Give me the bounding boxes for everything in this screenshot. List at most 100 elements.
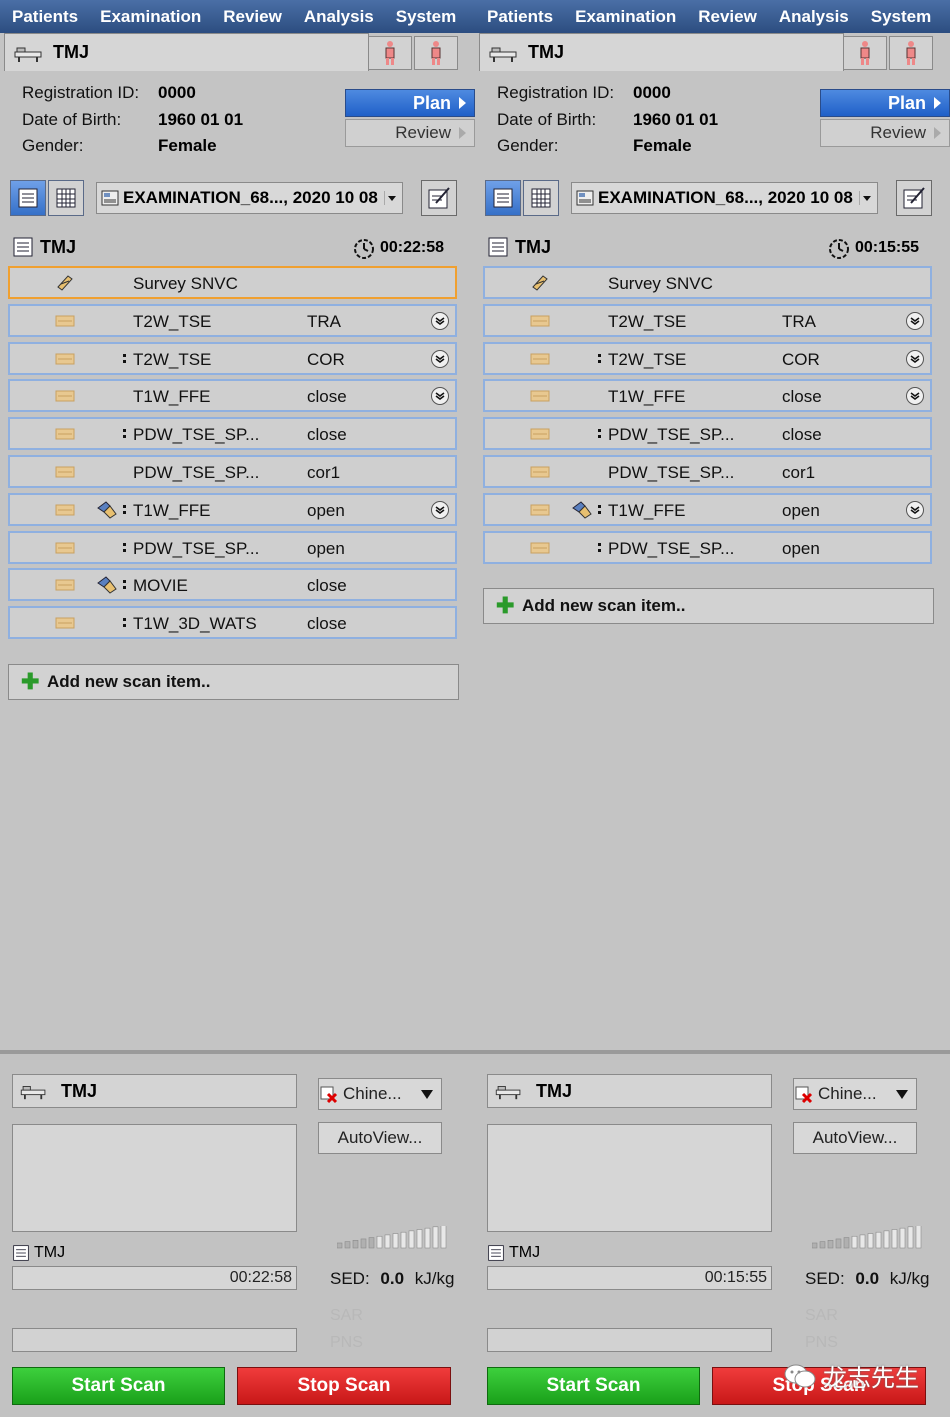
- add-scan-button[interactable]: ✚ Add new scan item..: [8, 664, 459, 700]
- add-scan-label: Add new scan item..: [47, 672, 211, 691]
- linked-dots-icon: [598, 542, 601, 552]
- add-scan-label: Add new scan item..: [522, 596, 686, 616]
- scan-status-icon: [55, 617, 75, 629]
- patient-position-button[interactable]: [368, 36, 412, 70]
- current-exam-name: TMJ: [34, 1244, 66, 1261]
- patient-position-button[interactable]: [843, 36, 887, 70]
- menu-analysis[interactable]: Analysis: [304, 7, 374, 27]
- menu-analysis[interactable]: Analysis: [779, 7, 849, 27]
- sed-value: 0.0: [855, 1269, 880, 1288]
- scan-row[interactable]: PDW_TSE_SP... close: [483, 417, 932, 451]
- plan-button[interactable]: Plan: [820, 89, 950, 117]
- level-bar: [400, 1231, 407, 1249]
- scan-row[interactable]: MOVIE close: [8, 568, 457, 602]
- level-bar: [835, 1238, 842, 1249]
- expand-chevron-icon[interactable]: [906, 349, 924, 368]
- scan-row[interactable]: T1W_FFE close: [483, 379, 932, 413]
- linked-dots-icon: [123, 429, 126, 439]
- autoview-button[interactable]: AutoView...: [793, 1122, 917, 1154]
- sar-label: SAR: [330, 1307, 363, 1324]
- examination-select[interactable]: EXAMINATION_68..., 2020 10 08: [96, 182, 403, 214]
- menu-patients[interactable]: Patients: [487, 7, 553, 27]
- expand-chevron-icon[interactable]: [906, 500, 924, 519]
- sed-label: SED:: [805, 1269, 845, 1288]
- menu-patients[interactable]: Patients: [12, 7, 78, 27]
- scan-row[interactable]: PDW_TSE_SP... open: [483, 530, 932, 564]
- scan-row[interactable]: T2W_TSE TRA: [483, 303, 932, 337]
- scan-control-area: TMJ Chine... AutoView... TMJ 00:22:58 SE…: [0, 1050, 475, 1417]
- scan-status-icon: [55, 579, 75, 591]
- list-icon: [13, 237, 33, 257]
- menu-review[interactable]: Review: [223, 7, 282, 27]
- expand-chevron-icon[interactable]: [906, 387, 924, 406]
- wechat-logo-icon: [784, 1364, 816, 1387]
- left-scan-panel: Patients Examination Review Analysis System …: [0, 0, 475, 1417]
- examination-select-value: EXAMINATION_68..., 2020 10 08: [123, 188, 378, 207]
- scan-row[interactable]: Survey SNVC: [483, 266, 932, 299]
- review-button[interactable]: Review: [820, 119, 950, 147]
- expand-chevron-icon[interactable]: [906, 311, 924, 330]
- exam-icon: [576, 190, 594, 206]
- stop-scan-button[interactable]: Stop Scan: [237, 1367, 451, 1405]
- edit-exam-button[interactable]: [896, 180, 932, 216]
- list-view-button[interactable]: [485, 180, 521, 216]
- start-scan-button[interactable]: Start Scan: [487, 1367, 700, 1405]
- image-preview: [487, 1124, 772, 1232]
- patient-orientation-button[interactable]: [414, 36, 458, 70]
- scan-row[interactable]: T2W_TSE TRA: [8, 303, 457, 337]
- menu-bar: Patients Examination Review Analysis System: [475, 0, 950, 33]
- sound-level-meter: [337, 1226, 447, 1249]
- review-label: Review: [870, 123, 926, 142]
- arrow-right-icon: [459, 127, 466, 139]
- scan-row[interactable]: T1W_FFE open: [8, 492, 457, 526]
- menu-examination[interactable]: Examination: [575, 7, 676, 27]
- start-scan-button[interactable]: Start Scan: [12, 1367, 225, 1405]
- autoview-button[interactable]: AutoView...: [318, 1122, 442, 1154]
- scan-row[interactable]: T1W_FFE close: [8, 379, 457, 413]
- patient-tab[interactable]: TMJ: [479, 33, 844, 71]
- review-button[interactable]: Review: [345, 119, 475, 147]
- chevron-down-icon: [384, 191, 398, 205]
- level-bar: [432, 1226, 439, 1249]
- current-exam-label: TMJ: [487, 1244, 540, 1262]
- level-bar: [867, 1233, 874, 1249]
- scan-row[interactable]: T2W_TSE COR: [8, 341, 457, 375]
- language-select[interactable]: Chine...: [793, 1078, 917, 1110]
- menu-system[interactable]: System: [871, 7, 931, 27]
- language-select[interactable]: Chine...: [318, 1078, 442, 1110]
- menu-system[interactable]: System: [396, 7, 456, 27]
- review-label: Review: [395, 123, 451, 142]
- examination-select[interactable]: EXAMINATION_68..., 2020 10 08: [571, 182, 878, 214]
- expand-chevron-icon[interactable]: [431, 311, 449, 330]
- person-icon: [860, 41, 870, 65]
- scan-orientation: open: [307, 538, 345, 558]
- sed-unit: kJ/kg: [889, 1269, 930, 1288]
- level-bar: [408, 1230, 415, 1249]
- gender-label: Gender:: [497, 136, 559, 155]
- expand-chevron-icon[interactable]: [431, 500, 449, 519]
- scan-row[interactable]: PDW_TSE_SP... open: [8, 530, 457, 564]
- grid-view-button[interactable]: [48, 180, 84, 216]
- list-view-button[interactable]: [10, 180, 46, 216]
- plan-button[interactable]: Plan: [345, 89, 475, 117]
- scan-row[interactable]: PDW_TSE_SP... close: [8, 417, 457, 451]
- patient-bed-icon: [14, 47, 42, 62]
- scan-row[interactable]: T1W_3D_WATS close: [8, 606, 457, 640]
- scan-status-icon: [530, 542, 550, 554]
- scan-row[interactable]: Survey SNVC: [8, 266, 457, 299]
- scan-row[interactable]: T2W_TSE COR: [483, 341, 932, 375]
- gender-value: Female: [633, 136, 692, 155]
- scan-row[interactable]: PDW_TSE_SP... cor1: [8, 455, 457, 488]
- add-scan-button[interactable]: ✚ Add new scan item..: [483, 588, 934, 625]
- patient-orientation-button[interactable]: [889, 36, 933, 70]
- menu-review[interactable]: Review: [698, 7, 757, 27]
- menu-examination[interactable]: Examination: [100, 7, 201, 27]
- edit-exam-button[interactable]: [421, 180, 457, 216]
- registration-id: 0000: [158, 83, 196, 102]
- expand-chevron-icon[interactable]: [431, 349, 449, 368]
- grid-view-button[interactable]: [523, 180, 559, 216]
- patient-tab[interactable]: TMJ: [4, 33, 369, 71]
- expand-chevron-icon[interactable]: [431, 387, 449, 406]
- scan-row[interactable]: T1W_FFE open: [483, 492, 932, 526]
- scan-row[interactable]: PDW_TSE_SP... cor1: [483, 455, 932, 488]
